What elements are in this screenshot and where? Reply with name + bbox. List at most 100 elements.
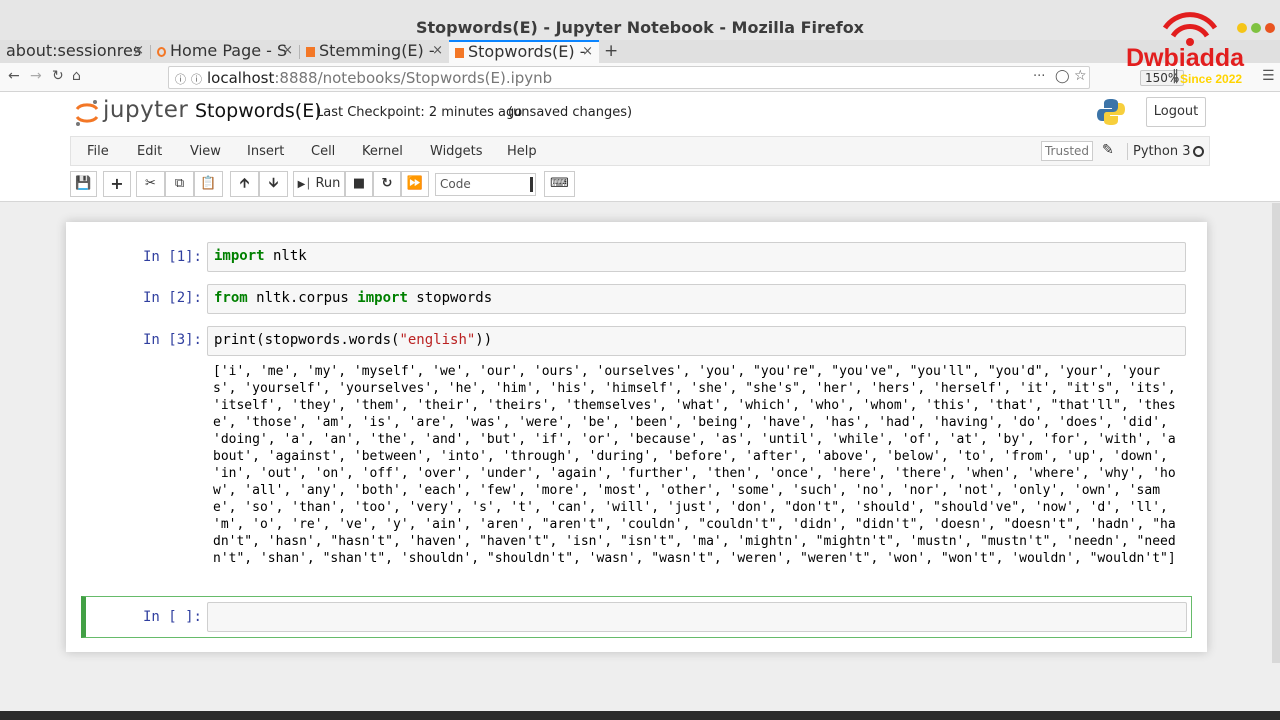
run-icon: ▶│ <box>297 179 312 190</box>
tab-strip: about:sessionres × Home Page - S × Stemm… <box>0 40 1280 63</box>
cell-type-select[interactable]: Code <box>435 173 536 196</box>
edit-pencil-icon[interactable]: ✎ <box>1102 142 1114 158</box>
keyword: import <box>214 248 265 264</box>
info-icon[interactable]: ⓘ <box>175 71 186 87</box>
python-logo-icon <box>1097 99 1125 125</box>
run-button[interactable]: ▶│ Run <box>293 171 345 197</box>
trusted-indicator[interactable]: Trusted <box>1041 141 1093 161</box>
code-text: nltk <box>264 248 307 264</box>
page-scrollbar[interactable] <box>1272 203 1280 663</box>
window-title: Stopwords(E) - Jupyter Notebook - Mozill… <box>416 18 864 37</box>
cell-type-value: Code <box>440 177 471 191</box>
code-text: print(stopwords.words( <box>214 332 400 348</box>
unsaved-status: (unsaved changes) <box>508 105 633 120</box>
tab-close-icon[interactable]: × <box>582 42 593 62</box>
jupyter-logo-icon[interactable] <box>74 99 100 127</box>
cell-code: import nltk <box>214 248 307 264</box>
menu-edit[interactable]: Edit <box>137 144 162 159</box>
tab-home-page[interactable]: Home Page - S × <box>151 40 299 63</box>
move-up-icon[interactable]: 🡩 <box>230 171 259 197</box>
pocket-icon[interactable]: ◯ <box>1055 69 1070 84</box>
paste-icon[interactable]: 📋 <box>194 171 223 197</box>
tab-stemming[interactable]: Stemming(E) - × <box>300 40 449 63</box>
navigation-bar: ← → ↻ ⌂ ⓘ ⓘ localhost:8888/notebooks/Sto… <box>0 63 1280 92</box>
tab-label: Stemming(E) - <box>319 41 435 60</box>
kernel-divider <box>1127 143 1128 160</box>
cell-prompt: In [1]: <box>142 249 202 265</box>
keyword: import <box>357 290 408 306</box>
tab-close-icon[interactable]: × <box>282 40 293 62</box>
notebook-icon <box>306 47 315 57</box>
code-cell-1[interactable]: import nltk <box>207 242 1186 272</box>
menu-bar: File Edit View Insert Cell Kernel Widget… <box>70 136 1210 166</box>
code-text: )) <box>475 332 493 348</box>
url-text: localhost:8888/notebooks/Stopwords(E).ip… <box>207 69 552 87</box>
forward-icon[interactable]: → <box>30 68 42 84</box>
tab-label: about:sessionres <box>6 41 142 60</box>
code-cell-4-selected[interactable]: In [ ]: <box>81 596 1192 638</box>
checkpoint-status: Last Checkpoint: 2 minutes ago <box>316 105 523 120</box>
back-icon[interactable]: ← <box>8 68 20 84</box>
cell-code: print(stopwords.words("english")) <box>214 332 492 348</box>
keyword: from <box>214 290 248 306</box>
code-cell-3[interactable]: print(stopwords.words("english")) <box>207 326 1186 356</box>
cut-icon[interactable]: ✂ <box>136 171 165 197</box>
menu-insert[interactable]: Insert <box>247 144 284 159</box>
menu-kernel[interactable]: Kernel <box>362 144 403 159</box>
cell-prompt: In [ ]: <box>142 609 202 625</box>
save-button[interactable]: 💾 <box>70 171 97 197</box>
run-label: Run <box>315 176 341 191</box>
menu-cell[interactable]: Cell <box>311 144 335 159</box>
logout-button[interactable]: Logout <box>1146 97 1206 127</box>
menu-file[interactable]: File <box>87 144 109 159</box>
bottom-frame <box>0 711 1280 720</box>
tab-close-icon[interactable]: × <box>432 40 443 62</box>
restart-run-all-icon[interactable]: ⏩ <box>401 171 429 197</box>
page-info-icon[interactable]: ⓘ <box>191 71 202 87</box>
watermark-subtext: Since 2022 <box>1180 72 1243 86</box>
move-down-icon[interactable]: 🡫 <box>259 171 288 197</box>
page-icon <box>157 47 166 57</box>
tab-close-icon[interactable]: × <box>133 40 144 62</box>
window-titlebar: Stopwords(E) - Jupyter Notebook - Mozill… <box>0 0 1280 40</box>
menu-widgets[interactable]: Widgets <box>430 144 483 159</box>
string-literal: "english" <box>399 332 476 348</box>
address-bar[interactable]: ⓘ ⓘ localhost:8888/notebooks/Stopwords(E… <box>168 66 1185 89</box>
notebook-name[interactable]: Stopwords(E) <box>195 100 322 122</box>
more-actions-icon[interactable]: ··· <box>1033 69 1045 84</box>
reload-icon[interactable]: ↻ <box>52 68 64 84</box>
menu-view[interactable]: View <box>190 144 221 159</box>
cell-prompt: In [2]: <box>142 290 202 306</box>
code-text: nltk.corpus <box>247 290 358 306</box>
cell-output: ['i', 'me', 'my', 'myself', 'we', 'our',… <box>213 364 1184 566</box>
select-arrows-icon <box>530 177 533 192</box>
notebook-container: In [1]: import nltk In [2]: from nltk.co… <box>66 222 1207 652</box>
tab-session-restore[interactable]: about:sessionres × <box>0 40 150 63</box>
notebook-icon <box>455 48 464 58</box>
new-tab-button[interactable]: + <box>604 40 618 62</box>
notebook-area: In [1]: import nltk In [2]: from nltk.co… <box>0 203 1280 711</box>
command-palette-keyboard-icon[interactable]: ⌨ <box>544 171 575 197</box>
kernel-name[interactable]: Python 3 <box>1133 144 1190 159</box>
insert-cell-button[interactable]: + <box>103 171 131 197</box>
bookmark-star-icon[interactable]: ☆ <box>1074 68 1087 84</box>
cell-code: from nltk.corpus import stopwords <box>214 290 492 306</box>
restart-icon[interactable]: ↻ <box>373 171 401 197</box>
kernel-status-icon <box>1193 146 1204 157</box>
cell-prompt: In [3]: <box>142 332 202 348</box>
home-icon[interactable]: ⌂ <box>72 68 81 84</box>
copy-icon[interactable]: ⧉ <box>165 171 194 197</box>
url-path: :8888/notebooks/Stopwords(E).ipynb <box>274 69 553 87</box>
watermark-text: Dwbiadda <box>1126 44 1245 72</box>
code-text: stopwords <box>407 290 493 306</box>
tab-stopwords[interactable]: Stopwords(E) - × <box>449 40 599 63</box>
url-host: localhost <box>207 69 275 87</box>
jupyter-logo-text[interactable]: jupyter <box>103 97 188 123</box>
code-cell-2[interactable]: from nltk.corpus import stopwords <box>207 284 1186 314</box>
jupyter-header: jupyter Stopwords(E) Last Checkpoint: 2 … <box>0 92 1280 202</box>
tab-label: Home Page - S <box>170 41 288 60</box>
tab-label: Stopwords(E) - <box>468 42 586 61</box>
menu-help[interactable]: Help <box>507 144 537 159</box>
empty-code-input[interactable] <box>207 602 1187 632</box>
interrupt-stop-icon[interactable]: ■ <box>345 171 373 197</box>
